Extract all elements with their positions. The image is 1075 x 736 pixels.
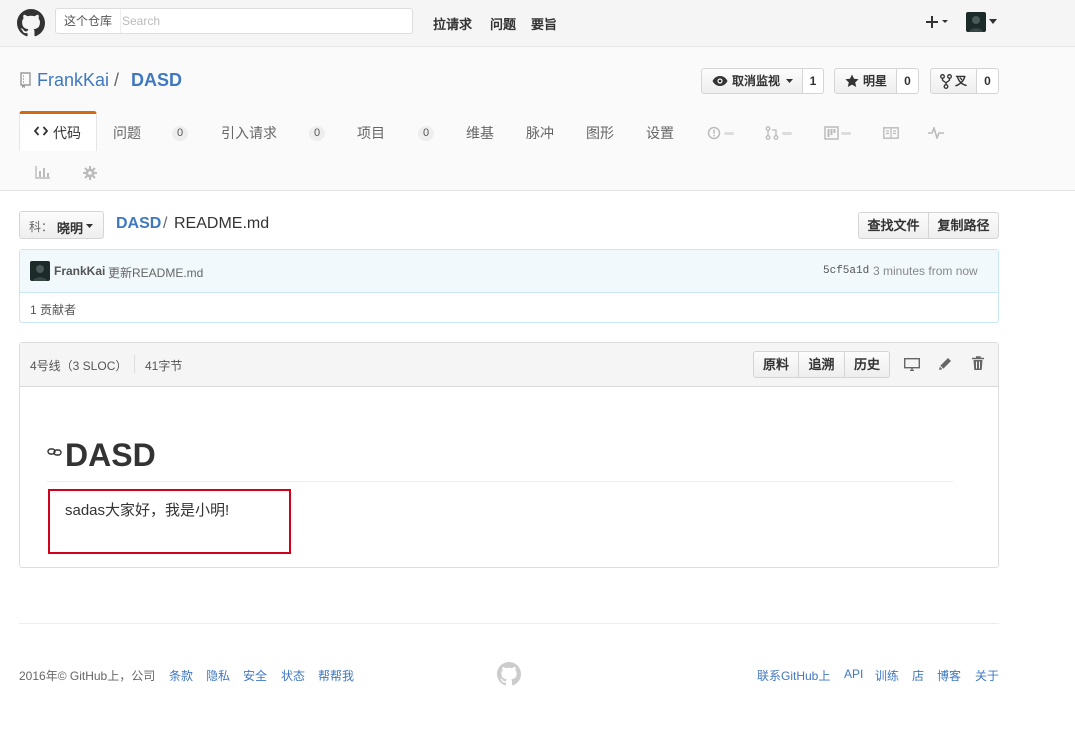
star-label: 明星 <box>863 74 888 88</box>
avatar[interactable] <box>966 12 986 32</box>
link-icon[interactable] <box>47 446 62 458</box>
repo-owner-link[interactable]: FrankKai <box>37 70 109 91</box>
breadcrumb-file-name: README.md <box>174 215 270 232</box>
git-pull-request-icon[interactable] <box>765 126 793 140</box>
tab-pull-requests[interactable]: 引入请求 <box>221 123 277 143</box>
issue-opened-icon[interactable] <box>707 126 735 140</box>
nav-pull-requests[interactable]: 拉请求 <box>433 14 472 33</box>
chevron-down-icon <box>786 79 793 83</box>
watch-count[interactable]: 1 <box>803 68 824 94</box>
eye-icon <box>712 75 728 87</box>
footer-link-shop[interactable]: 店 <box>912 667 924 684</box>
contributors-link[interactable]: 1 贡献者 <box>30 301 76 318</box>
footer-link-api[interactable]: API <box>844 667 863 681</box>
avatar[interactable] <box>30 261 50 281</box>
footer-link-terms[interactable]: 条款 <box>169 667 193 684</box>
watch-label: 取消监视 <box>732 74 781 88</box>
branch-prefix: 科： <box>29 220 54 234</box>
footer-link-training[interactable]: 训练 <box>875 667 899 684</box>
desktop-icon[interactable] <box>904 358 920 371</box>
footer-link-privacy[interactable]: 隐私 <box>206 667 230 684</box>
project-icon[interactable] <box>824 126 852 140</box>
blame-button[interactable]: 追溯 <box>798 351 845 378</box>
commit-bar: FrankKai 更新README.md 5cf5a1d 3 minutes f… <box>19 249 999 323</box>
branch-select[interactable]: 科： 晓明 <box>19 211 104 239</box>
star-count[interactable]: 0 <box>897 68 919 94</box>
footer-copyright: 2016年© GitHub上，公司 <box>19 669 156 683</box>
readme-heading: DASD <box>65 437 156 473</box>
projects-counter: 0 <box>418 126 435 141</box>
branch-name: 晓明 <box>57 221 84 236</box>
chevron-down-icon[interactable] <box>989 19 997 24</box>
file-line-count: 4号线（3 SLOC） <box>30 359 128 373</box>
footer-link-help[interactable]: 帮帮我 <box>318 667 354 684</box>
file-header: 4号线（3 SLOC） 41字节 原料 追溯 历史 <box>20 343 998 387</box>
graph-icon[interactable] <box>35 166 50 179</box>
file-size: 41字节 <box>145 359 183 373</box>
tab-wiki[interactable]: 维基 <box>466 123 494 143</box>
commit-time: 3 minutes from now <box>873 264 978 278</box>
tab-graphs[interactable]: 图形 <box>586 123 614 143</box>
footer-link-blog[interactable]: 博客 <box>937 667 961 684</box>
issues-counter: 0 <box>172 126 189 141</box>
repo-header: FrankKai / DASD 取消监视 1 明星 0 叉 0 代码 问题 0 … <box>0 47 1075 191</box>
raw-button[interactable]: 原料 <box>753 351 799 378</box>
watch-button[interactable]: 取消监视 <box>701 68 803 94</box>
search-box: 这个仓库 <box>55 8 413 34</box>
nav-gist[interactable]: 要旨 <box>531 14 557 33</box>
tab-code[interactable]: 代码 <box>19 111 97 151</box>
history-button[interactable]: 历史 <box>844 351 890 378</box>
commit-author-link[interactable]: FrankKai <box>54 264 105 278</box>
fork-label: 叉 <box>955 74 968 88</box>
footer-divider <box>19 623 999 624</box>
gear-icon[interactable] <box>83 166 97 180</box>
heading-rule <box>47 481 953 482</box>
tab-code-label: 代码 <box>53 125 81 141</box>
pulse-icon[interactable] <box>928 127 944 139</box>
fork-count[interactable]: 0 <box>977 68 999 94</box>
star-button[interactable]: 明星 <box>834 68 897 94</box>
fork-icon <box>940 74 952 89</box>
tab-projects[interactable]: 项目 <box>357 123 385 143</box>
commit-message-link[interactable]: 更新README.md <box>108 264 203 281</box>
fork-button[interactable]: 叉 <box>930 68 977 94</box>
github-mark-icon[interactable] <box>497 662 521 686</box>
github-logo-icon[interactable] <box>17 9 45 37</box>
commit-summary: FrankKai 更新README.md 5cf5a1d 3 minutes f… <box>20 250 998 293</box>
commit-sha-link[interactable]: 5cf5a1d <box>823 265 869 277</box>
repo-name-link[interactable]: DASD <box>131 70 182 91</box>
tab-pulse[interactable]: 脉冲 <box>526 123 554 143</box>
file-info-divider <box>134 355 135 373</box>
pulls-counter: 0 <box>309 126 326 141</box>
site-header: 这个仓库 拉请求 问题 要旨 <box>0 0 1075 47</box>
book-icon[interactable] <box>883 127 899 139</box>
nav-issues[interactable]: 问题 <box>490 14 516 33</box>
copy-path-button[interactable]: 复制路径 <box>928 212 999 239</box>
chevron-down-icon <box>86 224 93 228</box>
trash-icon[interactable] <box>972 356 984 371</box>
breadcrumb-repo-link[interactable]: DASD <box>116 215 161 233</box>
breadcrumb-separator: / <box>163 215 168 232</box>
pencil-icon[interactable] <box>938 357 952 371</box>
repo-icon <box>19 72 31 88</box>
path-separator: / <box>114 70 120 90</box>
plus-icon[interactable] <box>926 14 950 30</box>
search-input[interactable] <box>122 9 402 33</box>
star-icon <box>845 74 859 88</box>
footer-link-status[interactable]: 状态 <box>281 667 305 684</box>
search-scope-label: 这个仓库 <box>56 9 122 33</box>
highlight-box <box>48 489 291 554</box>
code-icon <box>34 125 48 137</box>
tab-settings[interactable]: 设置 <box>646 123 674 143</box>
footer-link-about[interactable]: 关于 <box>975 667 999 684</box>
tab-issues[interactable]: 问题 <box>113 123 141 143</box>
find-file-button[interactable]: 查找文件 <box>858 212 929 239</box>
footer-link-contact[interactable]: 联系GitHub上 <box>757 667 830 684</box>
footer-link-security[interactable]: 安全 <box>243 667 267 684</box>
